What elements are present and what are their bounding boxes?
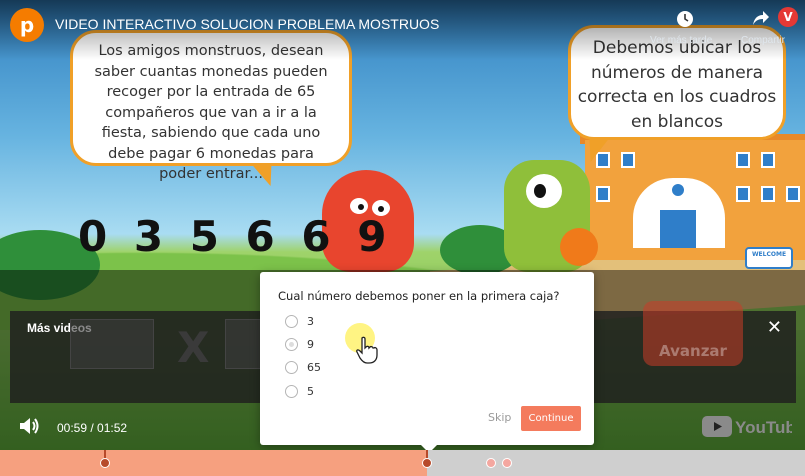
answer-box: [225, 319, 265, 369]
quiz-option[interactable]: 9: [285, 336, 314, 352]
multiply-sign: X: [177, 323, 210, 372]
quiz-option-label[interactable]: 65: [307, 361, 321, 374]
school-clock: [670, 182, 686, 198]
welcome-sign-text: WELCOME: [751, 251, 787, 258]
volume-icon[interactable]: [18, 415, 44, 439]
user-avatar[interactable]: V: [778, 7, 798, 27]
quiz-option-label[interactable]: 5: [307, 385, 314, 398]
channel-avatar-icon[interactable]: p: [10, 8, 44, 42]
timeline-progress: [0, 450, 427, 476]
quiz-option[interactable]: 65: [285, 359, 321, 375]
quiz-question: Cual número debemos poner en la primera …: [278, 289, 560, 303]
basketball: [560, 228, 598, 266]
monster-pupil: [358, 204, 364, 210]
quiz-option[interactable]: 5: [285, 383, 314, 399]
school-window: [786, 186, 800, 202]
school-window: [596, 186, 610, 202]
share-icon[interactable]: [750, 10, 772, 32]
time-display: 00:59 / 01:52: [57, 421, 128, 435]
speech-bubble-left-text: Los amigos monstruos, desean saber cuant…: [94, 43, 328, 182]
share-label[interactable]: Compartir: [741, 35, 785, 46]
monster-pupil: [534, 184, 546, 198]
school-window: [761, 186, 775, 202]
school-window: [736, 152, 750, 168]
school-window: [761, 152, 775, 168]
welcome-sign: WELCOME: [745, 247, 793, 269]
youtube-logo-text: YouTube: [735, 418, 792, 437]
interactive-timeline[interactable]: [0, 450, 805, 476]
school-window: [621, 152, 635, 168]
school-window: [736, 186, 750, 202]
radio-button[interactable]: [285, 337, 298, 351]
clock-icon[interactable]: [674, 10, 696, 32]
close-icon[interactable]: ✕: [767, 317, 782, 338]
skip-button[interactable]: Skip: [488, 411, 511, 424]
radio-button[interactable]: [285, 360, 298, 374]
timeline-marker[interactable]: [421, 458, 432, 468]
timeline-marker[interactable]: [99, 458, 110, 468]
quiz-option[interactable]: 3: [285, 313, 314, 329]
timeline-marker[interactable]: [486, 458, 497, 468]
watch-later-label[interactable]: Ver más tarde: [650, 35, 712, 46]
school-door: [660, 210, 696, 248]
radio-button[interactable]: [285, 314, 298, 328]
timeline-marker[interactable]: [502, 458, 513, 468]
quiz-dialog: Cual número debemos poner en la primera …: [260, 272, 594, 453]
hand-cursor-icon: [355, 336, 379, 364]
number-tiles: 0 3 5 6 6 9: [78, 212, 393, 261]
quiz-option-label[interactable]: 9: [307, 338, 314, 351]
radio-button[interactable]: [285, 384, 298, 398]
video-title[interactable]: VIDEO INTERACTIVO SOLUCION PROBLEMA MOST…: [55, 16, 439, 32]
quiz-option-label[interactable]: 3: [307, 315, 314, 328]
advance-button: Avanzar: [643, 301, 743, 366]
answer-box: [70, 319, 154, 369]
advance-button-label: Avanzar: [659, 342, 727, 360]
continue-button[interactable]: Continue: [521, 406, 581, 431]
youtube-logo-icon[interactable]: YouTube: [702, 415, 805, 444]
